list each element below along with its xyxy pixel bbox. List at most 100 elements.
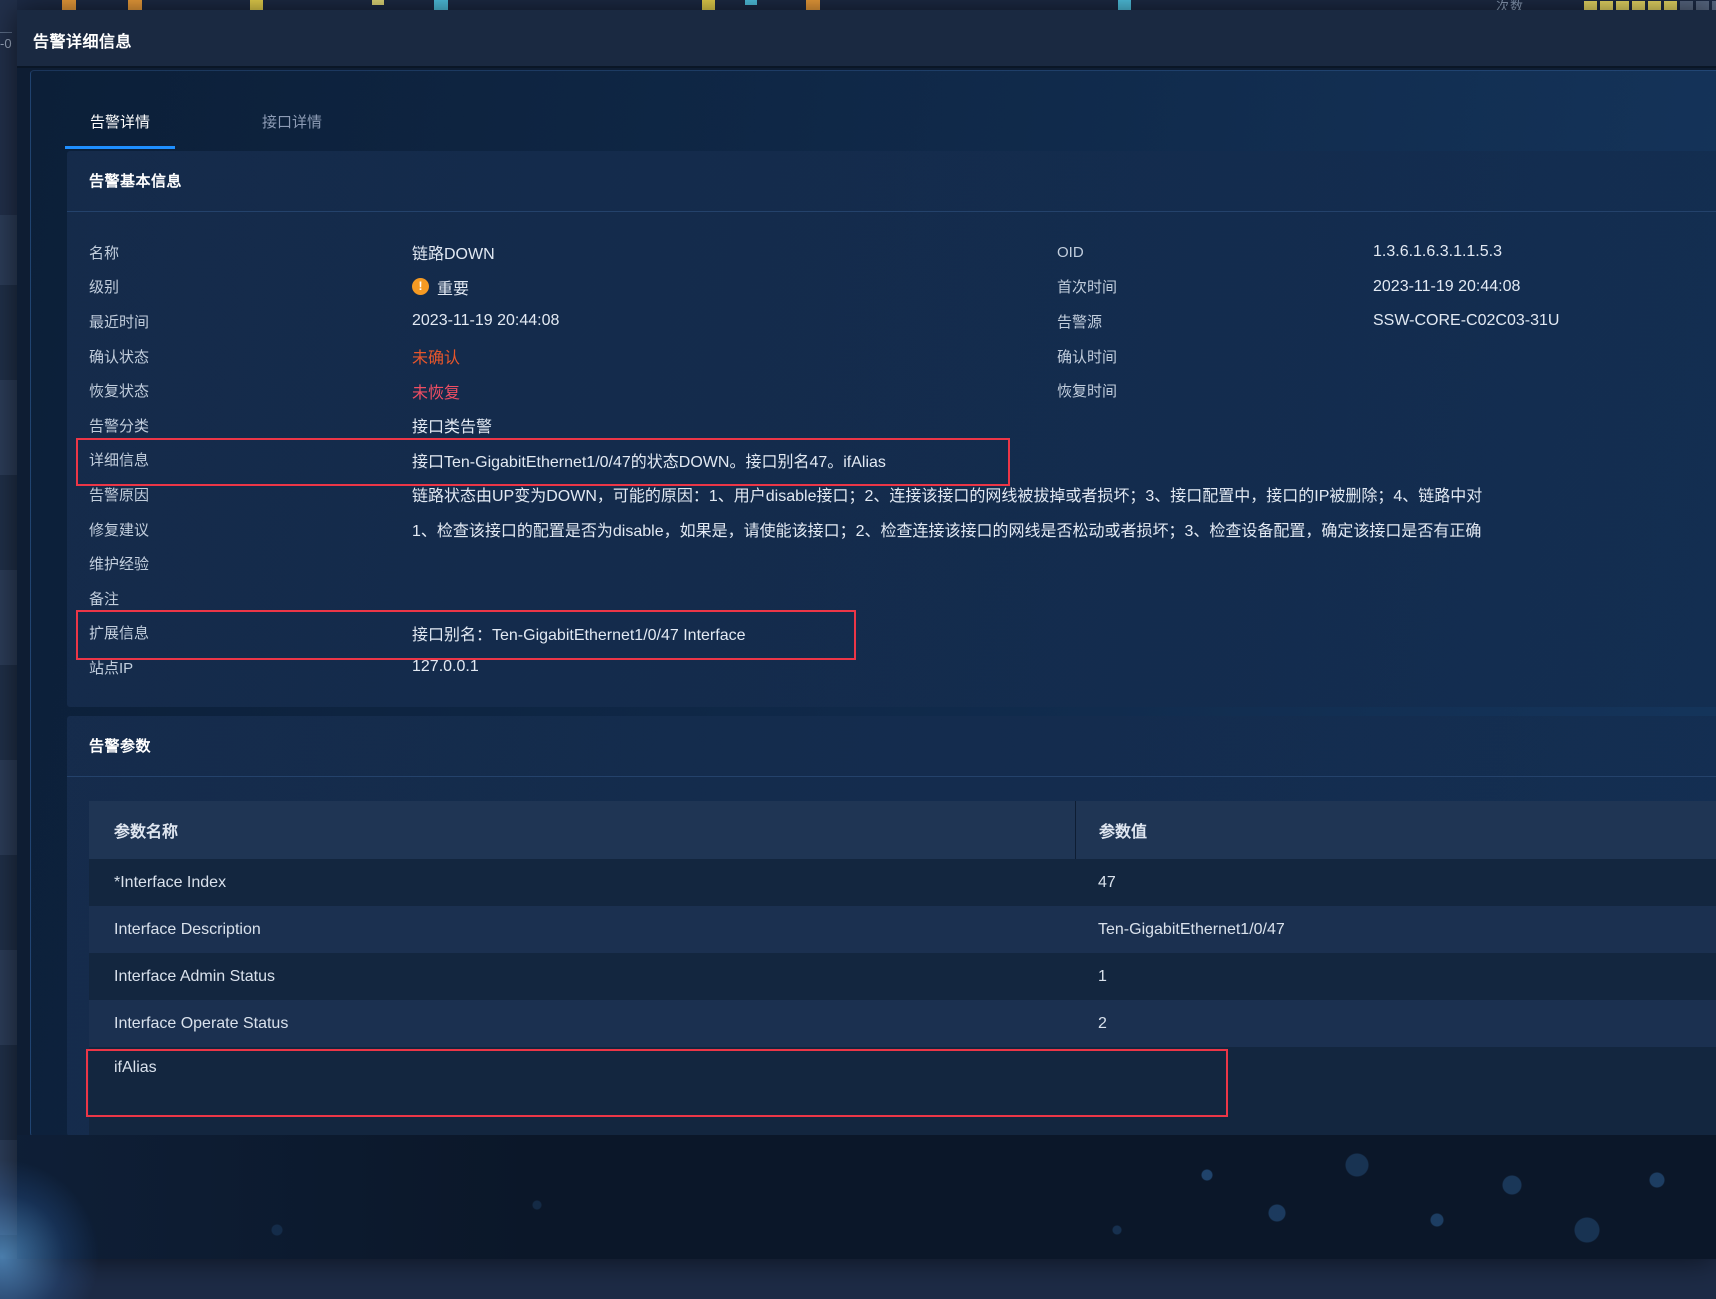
field-value: 接口类告警 (412, 413, 492, 437)
field-label: 名称 (89, 244, 120, 262)
params-section-title: 告警参数 (67, 716, 1716, 777)
field-value: 接口别名：Ten-GigabitEthernet1/0/47 Interface (412, 621, 746, 645)
background-chart-bar (702, 0, 715, 10)
field-value: 接口Ten-GigabitEthernet1/0/47的状态DOWN。接口别名4… (412, 448, 886, 472)
field-row: 备注 (67, 581, 1716, 616)
background-legend-block (1584, 1, 1597, 10)
field-value-text: 未确认 (412, 350, 461, 368)
basic-info-section-title: 告警基本信息 (67, 151, 1716, 212)
param-name-cell: Interface Admin Status (114, 967, 275, 985)
params-table-row: Interface Description Ten-GigabitEthernet… (89, 906, 1716, 953)
background-legend-block (1648, 1, 1661, 10)
particle-decoration (17, 1135, 1716, 1259)
field-value-text: 链路DOWN (412, 246, 495, 264)
field-value-text: 接口类告警 (412, 419, 493, 437)
field-value: 链路状态由UP变为DOWN，可能的原因：1、用户disable接口；2、连接该接… (412, 482, 1482, 506)
tab-interface-detail[interactable]: 接口详情 (237, 111, 347, 149)
field-label: 确认时间 (1057, 348, 1118, 366)
field-value-text: SSW-CORE-C02C03-31U (1373, 312, 1560, 330)
field-value-text: 1.3.6.1.6.3.1.1.5.3 (1373, 243, 1502, 261)
param-name-cell: ifAlias (114, 1059, 157, 1076)
field-value: 未恢复 (412, 379, 460, 403)
field-value: ! 重要 (412, 275, 469, 299)
field-value-text: 接口Ten-GigabitEthernet1/0/47的状态DOWN。接口别名4… (412, 453, 886, 471)
background-left-strip: -0 (0, 0, 17, 1259)
field-label: 恢复时间 (1057, 383, 1118, 401)
field-row: 确认时间 (1057, 339, 1716, 374)
params-table-row: Interface Operate Status 2 (89, 1000, 1716, 1047)
background-chart-bar (745, 0, 757, 5)
param-value-cell: 47 (1098, 873, 1116, 891)
field-row: 详细信息 接口Ten-GigabitEthernet1/0/47的状态DOWN。接… (67, 443, 1716, 478)
field-row: 维护经验 (67, 546, 1716, 581)
field-value-text: 重要 (437, 280, 470, 298)
background-legend-block (1664, 1, 1677, 10)
field-label: 详细信息 (89, 452, 150, 470)
field-label: 告警分类 (89, 417, 150, 435)
params-table-row: *Interface Index 47 (89, 859, 1716, 906)
field-value-text: 接口别名：Ten-GigabitEthernet1/0/47 Interface (412, 626, 746, 644)
field-label: 备注 (89, 590, 120, 608)
params-table-header: 参数名称 参数值 (89, 801, 1716, 859)
background-legend-block (1680, 1, 1693, 10)
basic-info-card: 告警基本信息 名称 链路DOWN 级别! 重要 最近时间 2023-11-19 20:44… (67, 151, 1716, 707)
background-chart-bar (250, 0, 263, 10)
params-table-row: Interface Admin Status 1 (89, 953, 1716, 1000)
field-label: 告警源 (1057, 313, 1103, 331)
params-table-header-name: 参数名称 (89, 801, 1076, 859)
modal-header: 告警详细信息 (17, 10, 1716, 68)
params-card: 告警参数 参数名称 参数值 *Interface Index 47 Interface … (67, 716, 1716, 1136)
field-label: 站点IP (89, 659, 134, 677)
field-value: 未确认 (412, 344, 460, 368)
modal-footer-decoration (17, 1135, 1716, 1259)
field-value: 链路DOWN (412, 240, 495, 264)
field-row: 修复建议 1、检查该接口的配置是否为disable，如果是，请使能该接口；2、检查… (67, 512, 1716, 547)
field-row: 站点IP 127.0.0.1 (67, 650, 1716, 685)
background-legend-block (1616, 1, 1629, 10)
axis-tick-line (0, 32, 12, 33)
background-legend-block (1712, 1, 1716, 10)
field-value: 1、检查该接口的配置是否为disable，如果是，请使能该接口；2、检查连接该接… (412, 517, 1481, 541)
field-label: OID (1057, 243, 1084, 261)
background-chart-bar (62, 0, 76, 10)
field-label: 级别 (89, 279, 120, 297)
tab-alarm-detail[interactable]: 告警详情 (65, 111, 176, 149)
alert-detail-modal: 告警详细信息 告警详情 接口详情 告警基本信息 名称 链路DOWN 级别! 重要 最近时间… (17, 10, 1716, 1259)
field-row: OID 1.3.6.1.6.3.1.1.5.3 (1057, 235, 1716, 270)
field-row: 告警原因 链路状态由UP变为DOWN，可能的原因：1、用户disable接口；2、… (67, 477, 1716, 512)
background-axis-tick: -0 (0, 32, 17, 51)
alert-detail-panel: 告警详情 接口详情 告警基本信息 名称 链路DOWN 级别! 重要 最近时间 2023-11… (30, 70, 1716, 1137)
params-table-header-value: 参数值 (1099, 824, 1148, 841)
warning-circle-icon: ! (412, 278, 429, 296)
field-label: 确认状态 (89, 348, 150, 366)
field-value-text: 1、检查该接口的配置是否为disable，如果是，请使能该接口；2、检查连接该接… (412, 523, 1482, 541)
param-value-cell (1075, 1047, 1716, 1136)
field-value-text: 2023-11-19 20:44:08 (412, 312, 560, 330)
background-legend-block (1600, 1, 1613, 10)
background-chart-strip: 次数 (0, 0, 1716, 14)
background-chart-bar (806, 0, 820, 10)
field-row: 首次时间 2023-11-19 20:44:08 (1057, 270, 1716, 305)
tab-bar: 告警详情 接口详情 (65, 111, 409, 149)
background-chart-bar (434, 0, 448, 10)
field-value-text: 未恢复 (412, 384, 461, 402)
field-value: 127.0.0.1 (412, 658, 479, 676)
field-row: 恢复时间 (1057, 373, 1716, 408)
params-table-row: ifAlias (89, 1047, 1716, 1136)
field-value-text: 127.0.0.1 (412, 658, 479, 676)
param-value-cell: Ten-GigabitEthernet1/0/47 (1098, 920, 1285, 938)
field-label: 告警原因 (89, 486, 150, 504)
corner-glow-decoration (0, 1159, 100, 1299)
field-label: 修复建议 (89, 521, 150, 539)
background-chart-bar (1118, 0, 1131, 10)
param-value-cell: 1 (1098, 967, 1107, 985)
field-label: 扩展信息 (89, 625, 150, 643)
background-legend-block (1696, 1, 1709, 10)
param-name-cell: *Interface Index (114, 873, 227, 891)
field-value: 2023-11-19 20:44:08 (412, 312, 559, 330)
field-value-text: 链路状态由UP变为DOWN，可能的原因：1、用户disable接口；2、连接该接… (412, 488, 1483, 506)
modal-title: 告警详细信息 (33, 34, 133, 51)
basic-info-right-column: OID 1.3.6.1.6.3.1.1.5.3 首次时间 2023-11-19 20:… (1057, 235, 1716, 408)
background-legend-block (1632, 1, 1645, 10)
param-name-cell: Interface Operate Status (114, 1014, 289, 1032)
